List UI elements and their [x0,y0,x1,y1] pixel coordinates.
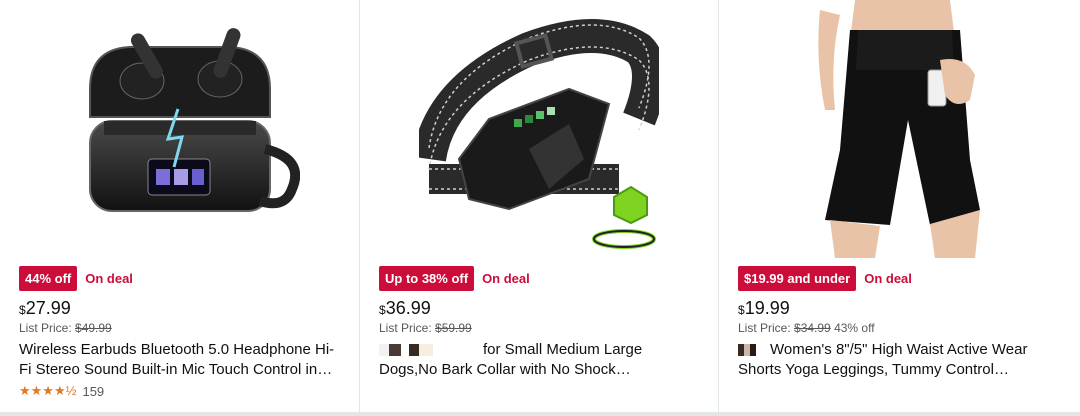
product-title-text: Women's 8"/5" High Waist Active Wear Sho… [738,341,1028,378]
product-card[interactable]: Up to 38% off On deal $36.99 List Price:… [360,0,718,412]
deal-label: On deal [864,271,912,286]
product-image-dog-collar[interactable] [360,0,718,258]
product-carousel-row: 44% off On deal $27.99 List Price: $49.9… [0,0,1080,416]
list-price-label: List Price: [19,321,72,335]
discount-badge: Up to 38% off [379,266,475,291]
product-title[interactable]: Women's 8"/5" High Waist Active Wear Sho… [738,340,1056,380]
currency-symbol: $ [738,303,745,317]
list-price-label: List Price: [379,321,432,335]
price: $27.99 [19,297,345,319]
list-price-value: $49.99 [75,321,112,335]
list-price-label: List Price: [738,321,791,335]
list-price-value: $59.99 [435,321,472,335]
list-price-extra: 43% off [834,321,875,335]
list-price: List Price: $59.99 [379,320,704,336]
deal-label: On deal [482,271,530,286]
product-card[interactable]: 44% off On deal $27.99 List Price: $49.9… [0,0,359,412]
rating[interactable]: ★★★★½ 159 [19,383,345,399]
product-image-earbuds[interactable] [0,0,359,258]
redacted-brand [738,344,770,357]
product-title[interactable]: Wireless Earbuds Bluetooth 5.0 Headphone… [19,340,337,380]
price: $19.99 [738,297,1066,319]
earbuds-image [88,28,300,212]
leggings-image [817,0,980,258]
price: $36.99 [379,297,704,319]
list-price: List Price: $34.99 43% off [738,320,1066,336]
star-rating-icon: ★★★★½ [19,383,77,398]
discount-badge: $19.99 and under [738,266,857,291]
list-price: List Price: $49.99 [19,320,345,336]
rating-count: 159 [82,383,105,399]
dog-collar-image [419,19,659,249]
currency-symbol: $ [19,303,26,317]
product-image-leggings[interactable] [719,0,1080,258]
price-value: 36.99 [385,298,431,318]
redacted-brand [379,344,483,357]
price-value: 27.99 [25,298,71,318]
price-value: 19.99 [744,298,790,318]
product-title[interactable]: for Small Medium Large Dogs,No Bark Coll… [379,340,697,380]
discount-badge: 44% off [19,266,78,291]
deal-label: On deal [85,271,133,286]
product-card[interactable]: $19.99 and under On deal $19.99 List Pri… [719,0,1080,412]
currency-symbol: $ [379,303,386,317]
list-price-value: $34.99 [794,321,831,335]
